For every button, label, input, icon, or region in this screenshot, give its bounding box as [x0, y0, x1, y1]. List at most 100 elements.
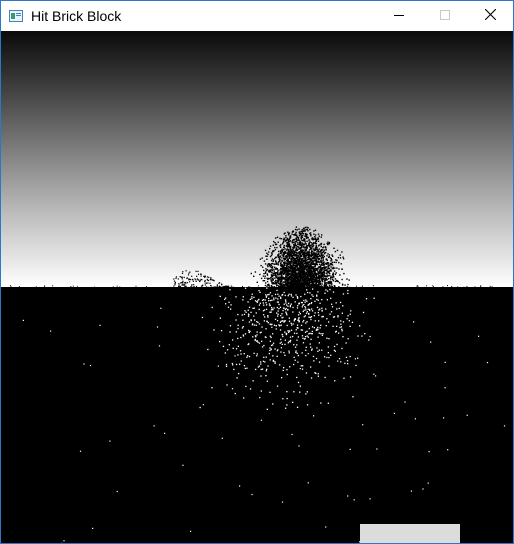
particle [174, 282, 176, 285]
particle [318, 248, 320, 250]
particle [300, 258, 302, 260]
particle [316, 249, 318, 251]
particle [256, 334, 258, 336]
particle [293, 363, 295, 366]
particle [276, 312, 278, 314]
particle [347, 338, 349, 340]
particle [333, 261, 335, 263]
particle [271, 262, 274, 265]
particle [275, 261, 277, 263]
particle [313, 255, 315, 257]
particle [351, 321, 354, 323]
particle [315, 256, 317, 258]
particle [310, 274, 313, 276]
particle [290, 303, 292, 305]
particle [315, 259, 317, 261]
particle [201, 316, 204, 319]
particle [279, 287, 281, 289]
particle [283, 303, 285, 305]
maximize-button[interactable] [422, 1, 468, 31]
particle [197, 270, 199, 272]
particle [188, 278, 190, 280]
particle [283, 291, 285, 294]
particle [319, 275, 321, 277]
particle [242, 296, 244, 298]
particle [304, 226, 307, 229]
particle [241, 314, 243, 316]
particle [283, 367, 285, 369]
particle [248, 329, 250, 332]
particle [228, 301, 230, 303]
particle [298, 321, 300, 323]
particle [265, 370, 267, 372]
particle [318, 253, 320, 255]
particle [175, 277, 177, 279]
particle [249, 330, 251, 332]
particle [284, 277, 286, 279]
particle [343, 272, 345, 275]
particle [222, 285, 224, 287]
particle [268, 251, 270, 253]
particle [316, 295, 318, 297]
particle [326, 299, 328, 301]
game-canvas[interactable] [1, 31, 513, 543]
particle [323, 243, 325, 246]
particle [299, 241, 301, 244]
particle [242, 299, 244, 301]
particle [305, 279, 307, 281]
particle [267, 265, 269, 268]
particle [267, 365, 269, 367]
particle [259, 302, 261, 304]
particle [317, 278, 319, 280]
minimize-button[interactable] [376, 1, 422, 31]
paddle[interactable] [360, 524, 460, 543]
particle [316, 306, 319, 308]
window-app-icon[interactable] [9, 9, 23, 22]
particle [256, 331, 258, 333]
particle [276, 320, 279, 322]
particle [342, 258, 345, 260]
particle [319, 269, 321, 271]
particle [305, 271, 308, 274]
particle [282, 320, 284, 322]
particle [197, 273, 200, 275]
particle [312, 274, 315, 276]
particle [300, 274, 303, 276]
particle [321, 285, 323, 288]
particle [295, 275, 297, 277]
particle [217, 286, 219, 288]
particle [285, 267, 287, 269]
particle [308, 281, 310, 284]
particle [288, 317, 290, 319]
particle [276, 306, 278, 309]
particle [426, 285, 427, 287]
particle [324, 282, 326, 284]
particle [289, 264, 292, 267]
particle [276, 284, 278, 286]
title-bar[interactable]: Hit Brick Block [1, 1, 513, 31]
particle [344, 362, 346, 364]
particle [270, 285, 273, 287]
particle [341, 283, 344, 285]
particle [286, 267, 289, 269]
particle [266, 264, 269, 266]
particle [174, 287, 176, 289]
close-button[interactable] [467, 1, 513, 31]
particle [341, 278, 343, 281]
particle [301, 270, 303, 272]
particle [334, 280, 337, 283]
particle [307, 287, 310, 289]
particle [309, 228, 311, 231]
particle [252, 336, 254, 338]
particle [338, 307, 340, 310]
particle [300, 301, 303, 304]
particle [283, 253, 285, 255]
particle [338, 261, 340, 264]
particle [289, 306, 291, 308]
particle [247, 343, 249, 346]
particle [294, 245, 296, 247]
particle [335, 261, 337, 264]
particle [283, 264, 285, 266]
particle [302, 246, 305, 248]
particle [312, 266, 315, 269]
